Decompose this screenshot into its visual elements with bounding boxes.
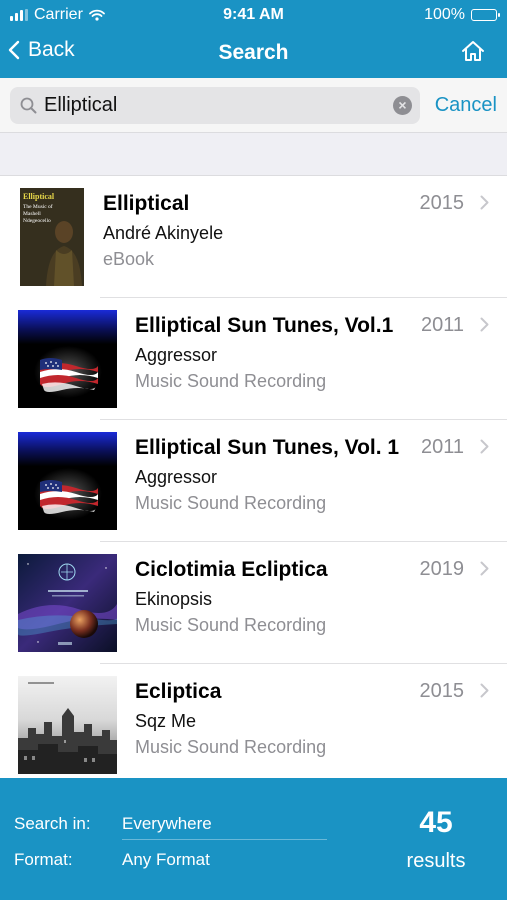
chevron-right-icon — [480, 317, 489, 332]
result-title: Elliptical Sun Tunes, Vol. 1 — [135, 436, 400, 459]
result-year: 2015 — [419, 680, 465, 702]
search-bar: × Cancel — [0, 78, 507, 132]
result-row[interactable]: Ecliptica Sqz Me Music Sound Recording 2… — [0, 664, 507, 778]
result-format: Music Sound Recording — [135, 371, 327, 391]
result-creator: Sqz Me — [135, 711, 197, 731]
album-cover-image — [18, 554, 117, 652]
result-row[interactable]: Ciclotimia Ecliptica Ekinopsis Music Sou… — [0, 542, 507, 664]
result-year: 2011 — [420, 314, 464, 336]
result-row[interactable]: Elliptical The Music of Mashell Ndegeoce… — [0, 176, 507, 298]
result-year: 2015 — [419, 192, 465, 214]
cover-subtitle-text: Ndegeocello — [23, 218, 51, 224]
page-title: Search — [218, 41, 289, 64]
status-right: 100% — [424, 6, 500, 24]
result-format: eBook — [103, 249, 155, 269]
clear-search-icon[interactable]: × — [393, 96, 412, 115]
album-cover-image — [18, 432, 117, 530]
result-text: Ecliptica Sqz Me Music Sound Recording — [135, 678, 415, 760]
result-text: Ciclotimia Ecliptica Ekinopsis Music Sou… — [135, 556, 415, 638]
result-year: 2019 — [419, 558, 465, 580]
result-text: Elliptical Sun Tunes, Vol. 1 Aggressor M… — [135, 434, 415, 516]
result-title: Elliptical Sun Tunes, Vol.1 — [135, 314, 394, 337]
result-creator: André Akinyele — [103, 223, 224, 243]
section-spacer — [0, 132, 507, 176]
result-count-label: results — [406, 850, 466, 872]
result-title: Ciclotimia Ecliptica — [135, 558, 328, 581]
cover-subtitle-text: The Music of — [23, 203, 53, 210]
result-text: Elliptical André Akinyele eBook — [103, 190, 383, 272]
cover-subtitle-text: Mashell — [23, 211, 41, 217]
result-creator: Aggressor — [135, 345, 218, 365]
result-creator: Aggressor — [135, 467, 218, 487]
home-button[interactable] — [461, 40, 485, 67]
chevron-right-icon — [480, 439, 489, 454]
results-list: Elliptical The Music of Mashell Ndegeoce… — [0, 176, 507, 778]
result-format: Music Sound Recording — [135, 737, 327, 757]
result-format: Music Sound Recording — [135, 615, 327, 635]
search-input[interactable] — [44, 91, 384, 120]
search-icon — [20, 97, 37, 114]
result-format: Music Sound Recording — [135, 493, 327, 513]
result-title: Ecliptica — [135, 680, 222, 703]
format-selector[interactable]: Any Format — [122, 850, 210, 870]
result-row[interactable]: Elliptical Sun Tunes, Vol. 1 Aggressor M… — [0, 420, 507, 542]
top-bar: Carrier 9:41 AM 100% Back Search — [0, 0, 507, 78]
result-creator: Ekinopsis — [135, 589, 213, 609]
search-in-label: Search in: — [14, 814, 91, 833]
result-year: 2011 — [420, 436, 464, 458]
search-in-selector[interactable]: Everywhere — [122, 814, 212, 834]
result-text: Elliptical Sun Tunes, Vol.1 Aggressor Mu… — [135, 312, 415, 394]
home-icon — [462, 41, 484, 61]
chevron-right-icon — [480, 561, 489, 576]
result-title: Elliptical — [103, 192, 190, 215]
album-cover-image — [18, 676, 117, 774]
navigation-bar: Back Search — [0, 30, 507, 78]
cover-title-text: Elliptical — [23, 192, 55, 201]
result-row[interactable]: Elliptical Sun Tunes, Vol.1 Aggressor Mu… — [0, 298, 507, 420]
status-bar: Carrier 9:41 AM 100% — [0, 0, 507, 30]
battery-icon — [471, 9, 500, 21]
album-cover-image — [18, 310, 117, 408]
search-field[interactable]: × — [10, 87, 420, 124]
chevron-right-icon — [480, 195, 489, 210]
search-options-footer: Search in: Everywhere Format: Any Format… — [0, 778, 507, 900]
chevron-right-icon — [480, 683, 489, 698]
battery-percent: 100% — [424, 6, 465, 23]
result-count: 45 — [419, 806, 453, 839]
footer-divider — [122, 839, 327, 840]
cancel-button[interactable]: Cancel — [435, 94, 497, 117]
format-label: Format: — [14, 850, 73, 869]
